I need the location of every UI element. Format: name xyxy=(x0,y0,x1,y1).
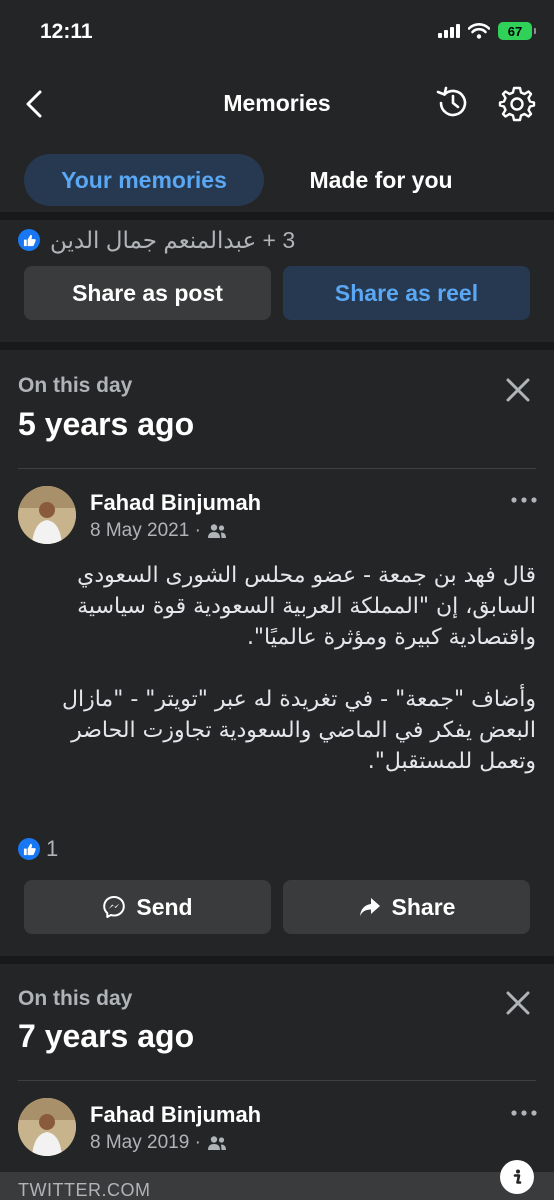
close-icon[interactable] xyxy=(500,372,536,408)
status-time: 12:11 xyxy=(40,20,93,43)
friends-audience-icon xyxy=(207,1136,226,1150)
share-as-post-button[interactable]: Share as post xyxy=(24,266,271,320)
gear-icon[interactable] xyxy=(498,84,536,122)
like-badge-icon xyxy=(18,229,40,251)
history-icon[interactable] xyxy=(434,84,472,122)
share-label: Share xyxy=(391,893,456,920)
battery-icon: 67 xyxy=(498,22,536,40)
like-badge-icon xyxy=(18,838,40,860)
post-date: 8 May 2021 · xyxy=(90,520,201,541)
link-domain: TWITTER.COM xyxy=(18,1180,151,1200)
avatar[interactable] xyxy=(18,486,76,544)
likes-count: 1 xyxy=(46,836,59,861)
more-options-icon[interactable] xyxy=(506,490,542,510)
post-meta: 8 May 2019 · xyxy=(90,1132,227,1154)
friends-audience-icon xyxy=(207,524,226,538)
memory-kicker: On this day xyxy=(18,374,133,397)
share-arrow-icon xyxy=(359,898,380,916)
share-as-reel-button[interactable]: Share as reel xyxy=(283,266,530,320)
memory-kicker: On this day xyxy=(18,987,133,1010)
section-divider xyxy=(0,212,554,220)
divider xyxy=(18,468,536,469)
post-body: قال فهد بن جمعة - عضو محلس الشورى السعود… xyxy=(62,563,536,774)
status-icons: 67 xyxy=(438,22,536,40)
post-date: 8 May 2019 · xyxy=(90,1132,201,1153)
status-bar: 12:11 67 xyxy=(0,0,554,64)
avatar[interactable] xyxy=(18,1098,76,1156)
send-label: Send xyxy=(136,893,193,920)
author-name[interactable]: Fahad Binjumah xyxy=(90,490,261,516)
author-name[interactable]: Fahad Binjumah xyxy=(90,1102,261,1128)
share-button[interactable]: Share xyxy=(283,880,530,934)
memory-heading: 7 years ago xyxy=(18,1018,195,1054)
nav-bar: Memories xyxy=(0,64,554,144)
close-icon[interactable] xyxy=(500,985,536,1021)
tab-your-memories[interactable]: Your memories xyxy=(24,154,264,206)
memories-tabs: Your memories Made for you xyxy=(0,150,554,212)
reactors-text: 3 + عبدالمنعم جمال الدين xyxy=(50,227,296,253)
link-preview[interactable]: TWITTER.COM xyxy=(0,1172,554,1200)
more-options-icon[interactable] xyxy=(506,1103,542,1123)
wifi-icon xyxy=(468,23,490,39)
info-icon[interactable] xyxy=(500,1160,534,1194)
cellular-signal-icon xyxy=(438,24,460,38)
memory-heading: 5 years ago xyxy=(18,406,195,442)
battery-level: 67 xyxy=(507,23,523,39)
likes-row[interactable]: 1 xyxy=(18,836,58,862)
reactors-row[interactable]: 3 + عبدالمنعم جمال الدين xyxy=(0,222,554,258)
post-meta: 8 May 2021 · xyxy=(90,520,227,542)
send-button[interactable]: Send xyxy=(24,880,271,934)
tab-made-for-you[interactable]: Made for you xyxy=(280,154,482,206)
messenger-icon xyxy=(103,896,126,918)
section-divider xyxy=(0,342,554,350)
divider xyxy=(18,1080,536,1081)
section-divider xyxy=(0,956,554,964)
